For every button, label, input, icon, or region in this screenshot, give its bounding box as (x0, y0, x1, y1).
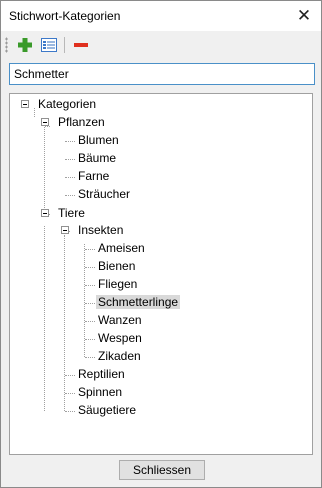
tree-connector (65, 177, 75, 178)
tree-node-pflanzen[interactable]: Pflanzen (56, 113, 107, 131)
dialog-window: Stichwort-Kategorien ✕ Schmetter Kategor… (0, 0, 322, 488)
tree-node-blumen[interactable]: Blumen (76, 131, 121, 149)
title-bar: Stichwort-Kategorien ✕ (1, 1, 321, 31)
tree-node-label: Pflanzen (58, 115, 105, 129)
delete-icon[interactable] (71, 35, 91, 55)
tree-node-label: Blumen (78, 133, 119, 147)
tree-node-saeugetiere[interactable]: Säugetiere (76, 401, 138, 419)
tree-connector (85, 357, 95, 358)
tree-node-label: Wespen (98, 331, 142, 345)
tree-node-label: Tiere (58, 206, 85, 220)
tree-node-wespen[interactable]: Wespen (96, 329, 144, 347)
tree-connector (85, 339, 95, 340)
tree-node-insekten[interactable]: Insekten (76, 221, 125, 239)
category-tree[interactable]: Kategorien Pflanzen Blumen Bäume Farne S… (9, 93, 313, 455)
add-icon[interactable] (15, 35, 35, 55)
tree-node-label: Fliegen (98, 277, 138, 291)
tree-connector (65, 411, 75, 412)
tree-node-tiere[interactable]: Tiere (56, 204, 87, 222)
close-button[interactable]: Schliessen (119, 460, 205, 480)
tree-node-fliegen[interactable]: Fliegen (96, 275, 139, 293)
tree-node-label: Farne (78, 169, 110, 183)
collapse-icon[interactable] (41, 209, 49, 217)
tree-connector (65, 141, 75, 142)
collapse-icon[interactable] (41, 118, 49, 126)
tree-node-ameisen[interactable]: Ameisen (96, 239, 147, 257)
tree-node-label: Schmetterlinge (96, 295, 181, 309)
tree-connector (64, 235, 65, 411)
tree-node-label: Ameisen (98, 241, 145, 255)
tree-node-label: Insekten (78, 223, 124, 237)
tree-node-label: Wanzen (98, 313, 142, 327)
toolbar-grip[interactable] (5, 37, 8, 53)
tree-node-label: Zikaden (98, 349, 141, 363)
tree-node-straeucher[interactable]: Sträucher (76, 185, 132, 203)
tree-node-label: Bäume (78, 151, 117, 165)
window-title: Stichwort-Kategorien (9, 9, 121, 23)
toolbar (1, 31, 321, 59)
tree-node-label: Bienen (98, 259, 136, 273)
tree-connector (85, 267, 95, 268)
tree-node-farne[interactable]: Farne (76, 167, 111, 185)
tree-connector (65, 393, 75, 394)
search-input[interactable] (9, 63, 315, 85)
tree-connector (84, 244, 85, 357)
tree-node-reptilien[interactable]: Reptilien (76, 365, 127, 383)
tree-connector (65, 375, 75, 376)
edit-properties-icon[interactable] (39, 35, 59, 55)
tree-node-label: Sträucher (78, 187, 131, 201)
tree-node-label: Säugetiere (78, 403, 137, 417)
tree-connector (65, 159, 75, 160)
tree-connector (85, 249, 95, 250)
tree-node-label: Reptilien (78, 367, 125, 381)
tree-node-bienen[interactable]: Bienen (96, 257, 137, 275)
tree-node-zikaden[interactable]: Zikaden (96, 347, 143, 365)
tree-node-spinnen[interactable]: Spinnen (76, 383, 124, 401)
tree-connector (44, 226, 45, 411)
collapse-icon[interactable] (61, 226, 69, 234)
tree-connector (65, 195, 75, 196)
tree-connector (45, 126, 50, 127)
tree-connector (44, 127, 45, 214)
tree-connector (85, 303, 95, 304)
collapse-icon[interactable] (21, 100, 29, 108)
close-icon[interactable]: ✕ (287, 1, 321, 31)
tree-connector (85, 285, 95, 286)
tree-node-baeume[interactable]: Bäume (76, 149, 118, 167)
toolbar-separator (64, 37, 65, 53)
tree-node-label: Spinnen (78, 385, 123, 399)
tree-node-kategorien[interactable]: Kategorien (36, 95, 98, 113)
tree-node-wanzen[interactable]: Wanzen (96, 311, 144, 329)
tree-connector (85, 321, 95, 322)
tree-node-schmetterlinge[interactable]: Schmetterlinge (96, 293, 181, 311)
tree-connector (34, 108, 35, 117)
tree-node-label: Kategorien (38, 97, 97, 111)
